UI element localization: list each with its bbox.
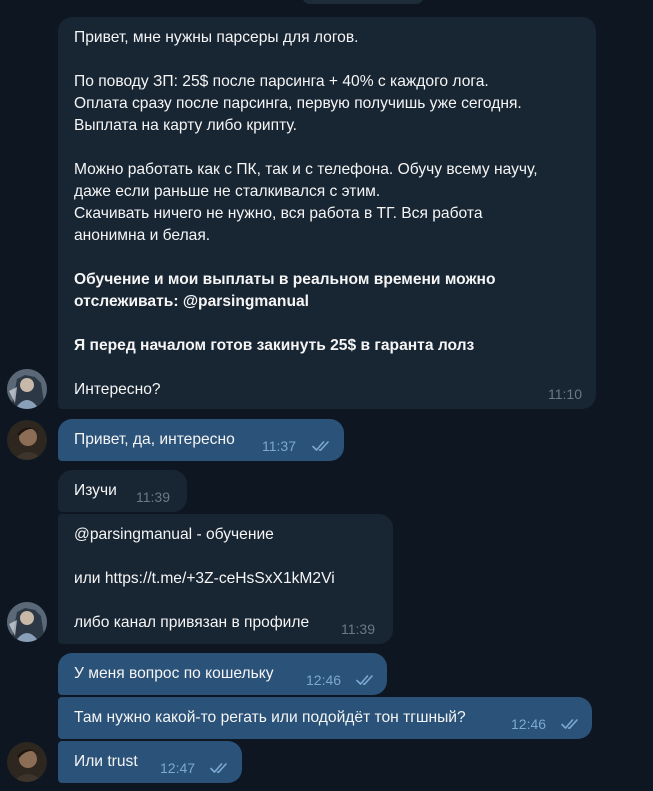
message-text: Или trust <box>74 753 138 770</box>
contact-avatar[interactable] <box>7 369 47 409</box>
message-text: @parsingmanual - обучение <box>74 526 274 543</box>
message-bubble-incoming[interactable]: Изучи 11:39 <box>58 470 187 512</box>
own-avatar[interactable] <box>7 742 47 782</box>
date-badge <box>302 0 424 4</box>
message-bubble-outgoing[interactable]: У меня вопрос по кошельку 12:46 <box>58 653 387 695</box>
message-bubble-outgoing[interactable]: Привет, да, интересно 11:37 <box>58 419 344 461</box>
double-check-icon <box>312 441 329 451</box>
message-time: 11:39 <box>341 621 375 637</box>
message-time: 11:37 <box>262 438 296 454</box>
message-text: Скачивать ничего не нужно, вся работа в … <box>74 205 483 222</box>
message-text-bold: Я перед началом готов закинуть 25$ в гар… <box>74 337 475 354</box>
message-text: Можно работать как с ПК, так и с телефон… <box>74 161 538 178</box>
message-time: 11:10 <box>548 386 582 402</box>
message-text-bold: отслеживать: @parsingmanual <box>74 293 309 310</box>
message-time: 12:46 <box>511 716 547 732</box>
message-link[interactable]: или https://t.me/+3Z-ceHsSxX1kM2Vi <box>74 568 377 590</box>
message-bubble-incoming[interactable]: Привет, мне нужны парсеры для логов. По … <box>58 17 596 409</box>
message-text: Оплата сразу после парсинга, первую полу… <box>74 95 522 112</box>
message-text: Там нужно какой-то регать или подойдёт т… <box>74 709 466 726</box>
message-bubble-outgoing[interactable]: Там нужно какой-то регать или подойдёт т… <box>58 697 592 739</box>
message-text: По поводу ЗП: 25$ после парсинга + 40% с… <box>74 73 489 90</box>
message-bubble-incoming[interactable]: @parsingmanual - обучение или https://t.… <box>58 514 393 644</box>
message-text: Выплата на карту либо крипту. <box>74 117 297 134</box>
message-text: Привет, мне нужны парсеры для логов. <box>74 29 359 46</box>
own-avatar[interactable] <box>7 420 47 460</box>
message-time: 12:46 <box>306 672 342 688</box>
double-check-icon <box>561 719 578 729</box>
message-text: либо канал привязан в профиле <box>74 614 310 631</box>
double-check-icon <box>356 675 373 685</box>
double-check-icon <box>210 763 227 773</box>
contact-avatar[interactable] <box>7 602 47 642</box>
message-text-bold: Обучение и мои выплаты в реальном времен… <box>74 271 496 288</box>
message-text: Интересно? <box>74 381 161 398</box>
message-text: анонимна и белая. <box>74 227 211 244</box>
message-bubble-outgoing[interactable]: Или trust 12:47 <box>58 741 242 783</box>
message-text: даже если раньше не сталкивался с этим. <box>74 183 381 200</box>
message-time: 12:47 <box>160 760 196 776</box>
message-time: 11:39 <box>136 489 170 505</box>
